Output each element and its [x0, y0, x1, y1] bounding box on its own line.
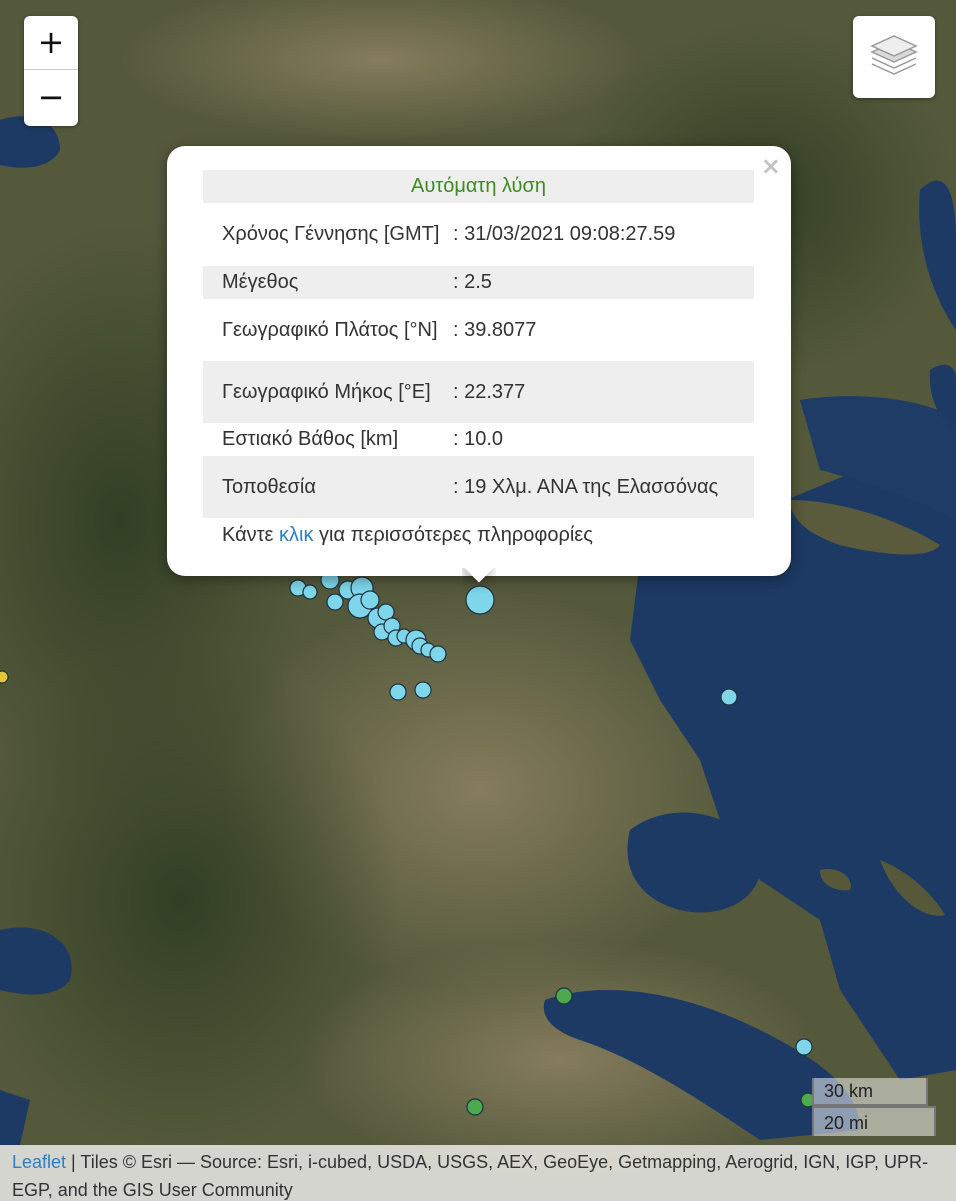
earthquake-marker[interactable]	[555, 987, 573, 1005]
more-info-text: Κάντε κλικ για περισσότερες πληροφορίες	[203, 519, 754, 551]
more-info-prefix: Κάντε	[222, 524, 280, 546]
info-row-magnitude: Μέγεθος : 2.5	[203, 266, 754, 299]
info-row-longitude: Γεωγραφικό Μήκος [°E] : 22.377	[203, 361, 754, 423]
layers-icon	[870, 35, 918, 75]
earthquake-marker[interactable]	[466, 1098, 484, 1116]
location-label: Τοποθεσία	[222, 475, 316, 498]
magnitude-value: : 2.5	[453, 271, 492, 293]
earthquake-marker[interactable]	[795, 1038, 813, 1056]
popup-title: Αυτόματη λύση	[203, 170, 754, 203]
earthquake-popup: × Αυτόματη λύση Χρόνος Γέννησης [GMT] : …	[167, 146, 791, 576]
magnitude-label: Μέγεθος	[222, 271, 299, 293]
earthquake-marker[interactable]	[429, 645, 447, 663]
map-view[interactable]: + − × Αυτόματη λύση Χρόνος Γέννησης [GMT…	[0, 0, 956, 1201]
more-info-link[interactable]: κλικ	[279, 524, 313, 546]
more-info-suffix: για περισσότερες πληροφορίες	[313, 524, 593, 546]
depth-value: : 10.0	[453, 428, 504, 450]
info-row-latitude: Γεωγραφικό Πλάτος [°N] : 39.8077	[203, 299, 754, 361]
popup-close-button[interactable]: ×	[761, 152, 781, 180]
origin-time-value: : 31/03/2021 09:08:27.59	[453, 223, 676, 245]
earthquake-marker[interactable]	[389, 683, 407, 701]
depth-label: Εστιακό Βάθος [km]	[222, 428, 399, 450]
earthquake-marker[interactable]	[326, 593, 344, 611]
longitude-value: : 22.377	[453, 380, 526, 403]
zoom-control: + −	[24, 16, 78, 126]
layers-button[interactable]	[853, 16, 935, 98]
earthquake-marker[interactable]	[302, 584, 318, 600]
leaflet-link[interactable]: Leaflet	[12, 1152, 66, 1172]
scale-bar-km: 30 km	[812, 1078, 928, 1106]
earthquake-marker[interactable]	[360, 590, 380, 610]
info-row-location: Τοποθεσία : 19 Χλμ. ΑΝΑ της Ελασσόνας	[203, 456, 754, 518]
longitude-label: Γεωγραφικό Μήκος [°E]	[222, 380, 431, 403]
scale-bar-mi: 20 mi	[812, 1106, 936, 1136]
origin-time-label: Χρόνος Γέννησης [GMT]	[222, 223, 440, 245]
zoom-in-button[interactable]: +	[24, 16, 78, 70]
earthquake-marker[interactable]	[0, 670, 9, 684]
info-row-origin-time: Χρόνος Γέννησης [GMT] : 31/03/2021 09:08…	[203, 203, 754, 266]
earthquake-marker[interactable]	[720, 688, 738, 706]
latitude-label: Γεωγραφικό Πλάτος [°N]	[222, 318, 438, 341]
popup-tip	[462, 568, 496, 602]
latitude-value: : 39.8077	[453, 318, 537, 341]
zoom-out-button[interactable]: −	[24, 70, 78, 124]
popup-content: Αυτόματη λύση Χρόνος Γέννησης [GMT] : 31…	[203, 170, 754, 551]
attribution-text: | Tiles © Esri — Source: Esri, i-cubed, …	[12, 1152, 928, 1200]
location-value: : 19 Χλμ. ΑΝΑ της Ελασσόνας	[453, 475, 719, 498]
earthquake-marker[interactable]	[414, 681, 432, 699]
info-row-depth: Εστιακό Βάθος [km] : 10.0	[203, 423, 754, 456]
map-attribution: Leaflet | Tiles © Esri — Source: Esri, i…	[0, 1145, 956, 1201]
